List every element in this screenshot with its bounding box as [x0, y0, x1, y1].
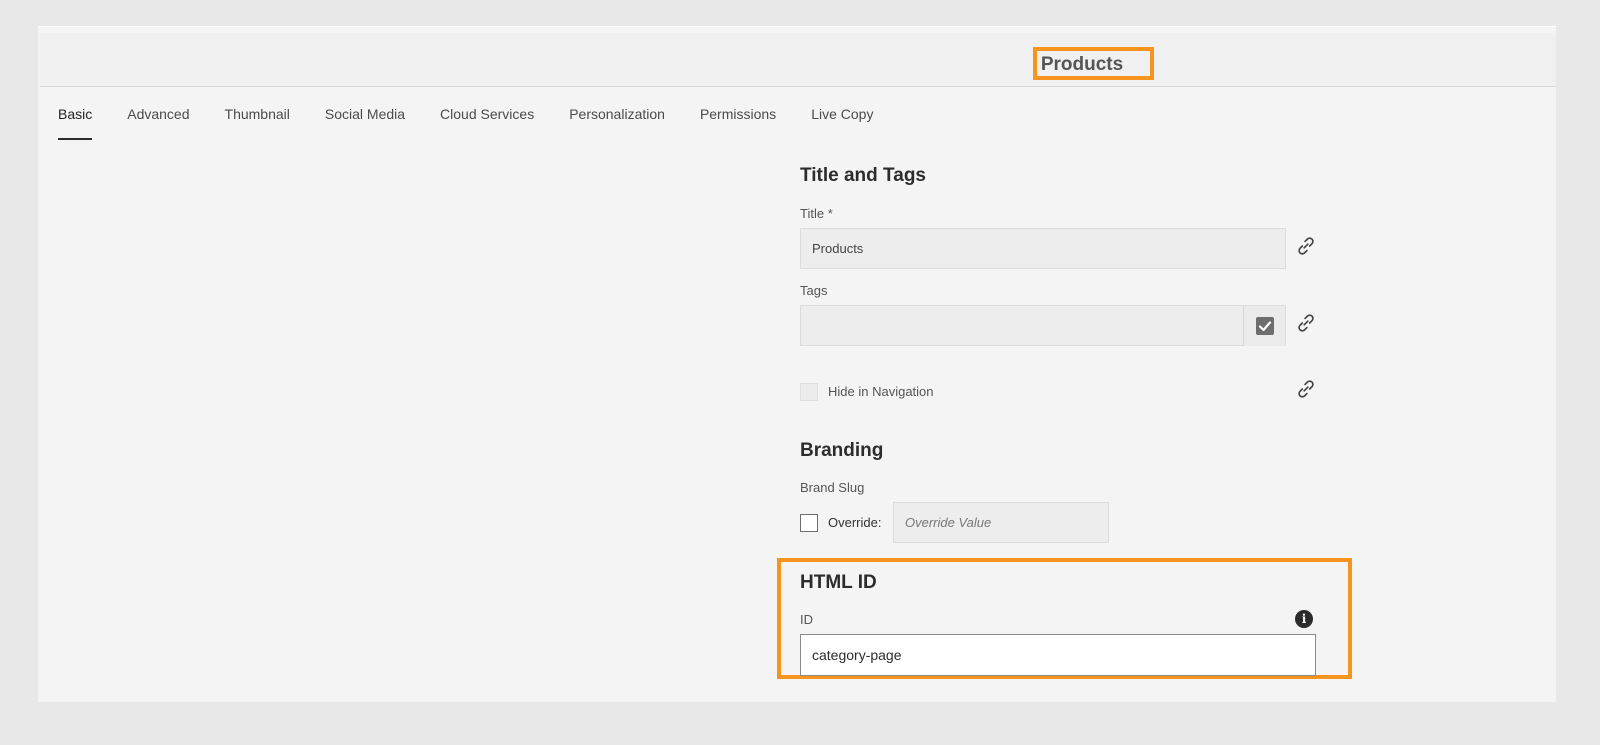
title-label: Title * — [800, 206, 833, 221]
branding-heading: Branding — [800, 440, 884, 461]
html-id-input[interactable]: category-page — [800, 634, 1316, 676]
title-highlight-box — [1033, 47, 1154, 80]
title-input[interactable]: Products — [800, 228, 1286, 269]
tab-social-media[interactable]: Social Media — [325, 100, 405, 140]
html-id-heading: HTML ID — [800, 572, 877, 593]
tab-thumbnail[interactable]: Thumbnail — [225, 100, 290, 140]
tags-label: Tags — [800, 283, 828, 298]
override-value-input[interactable]: Override Value — [893, 502, 1109, 543]
override-label: Override: — [828, 515, 882, 530]
tab-personalization[interactable]: Personalization — [569, 100, 665, 140]
hide-in-navigation-checkbox[interactable] — [800, 383, 818, 401]
hide-in-navigation-label: Hide in Navigation — [828, 384, 934, 399]
tab-permissions[interactable]: Permissions — [700, 100, 776, 140]
checkbox-checked-icon — [1255, 317, 1274, 335]
tab-basic[interactable]: Basic — [58, 100, 93, 140]
override-checkbox[interactable] — [800, 514, 818, 532]
link-icon[interactable] — [1295, 235, 1317, 257]
link-icon[interactable] — [1295, 312, 1317, 334]
title-and-tags-heading: Title and Tags — [800, 165, 926, 186]
tab-cloud-services[interactable]: Cloud Services — [440, 100, 534, 140]
tags-picker-button[interactable] — [1243, 306, 1285, 346]
page-properties-frame: Products Basic Advanced Thumbnail Social… — [38, 26, 1556, 702]
title-bar: Products — [40, 33, 1556, 87]
link-icon[interactable] — [1295, 378, 1317, 400]
brand-slug-label: Brand Slug — [800, 480, 865, 495]
tab-live-copy[interactable]: Live Copy — [811, 100, 873, 140]
id-label: ID — [800, 612, 813, 627]
info-icon[interactable]: i — [1295, 610, 1313, 628]
tab-advanced[interactable]: Advanced — [127, 100, 189, 140]
tags-input[interactable] — [800, 305, 1286, 346]
tab-bar: Basic Advanced Thumbnail Social Media Cl… — [58, 100, 908, 140]
